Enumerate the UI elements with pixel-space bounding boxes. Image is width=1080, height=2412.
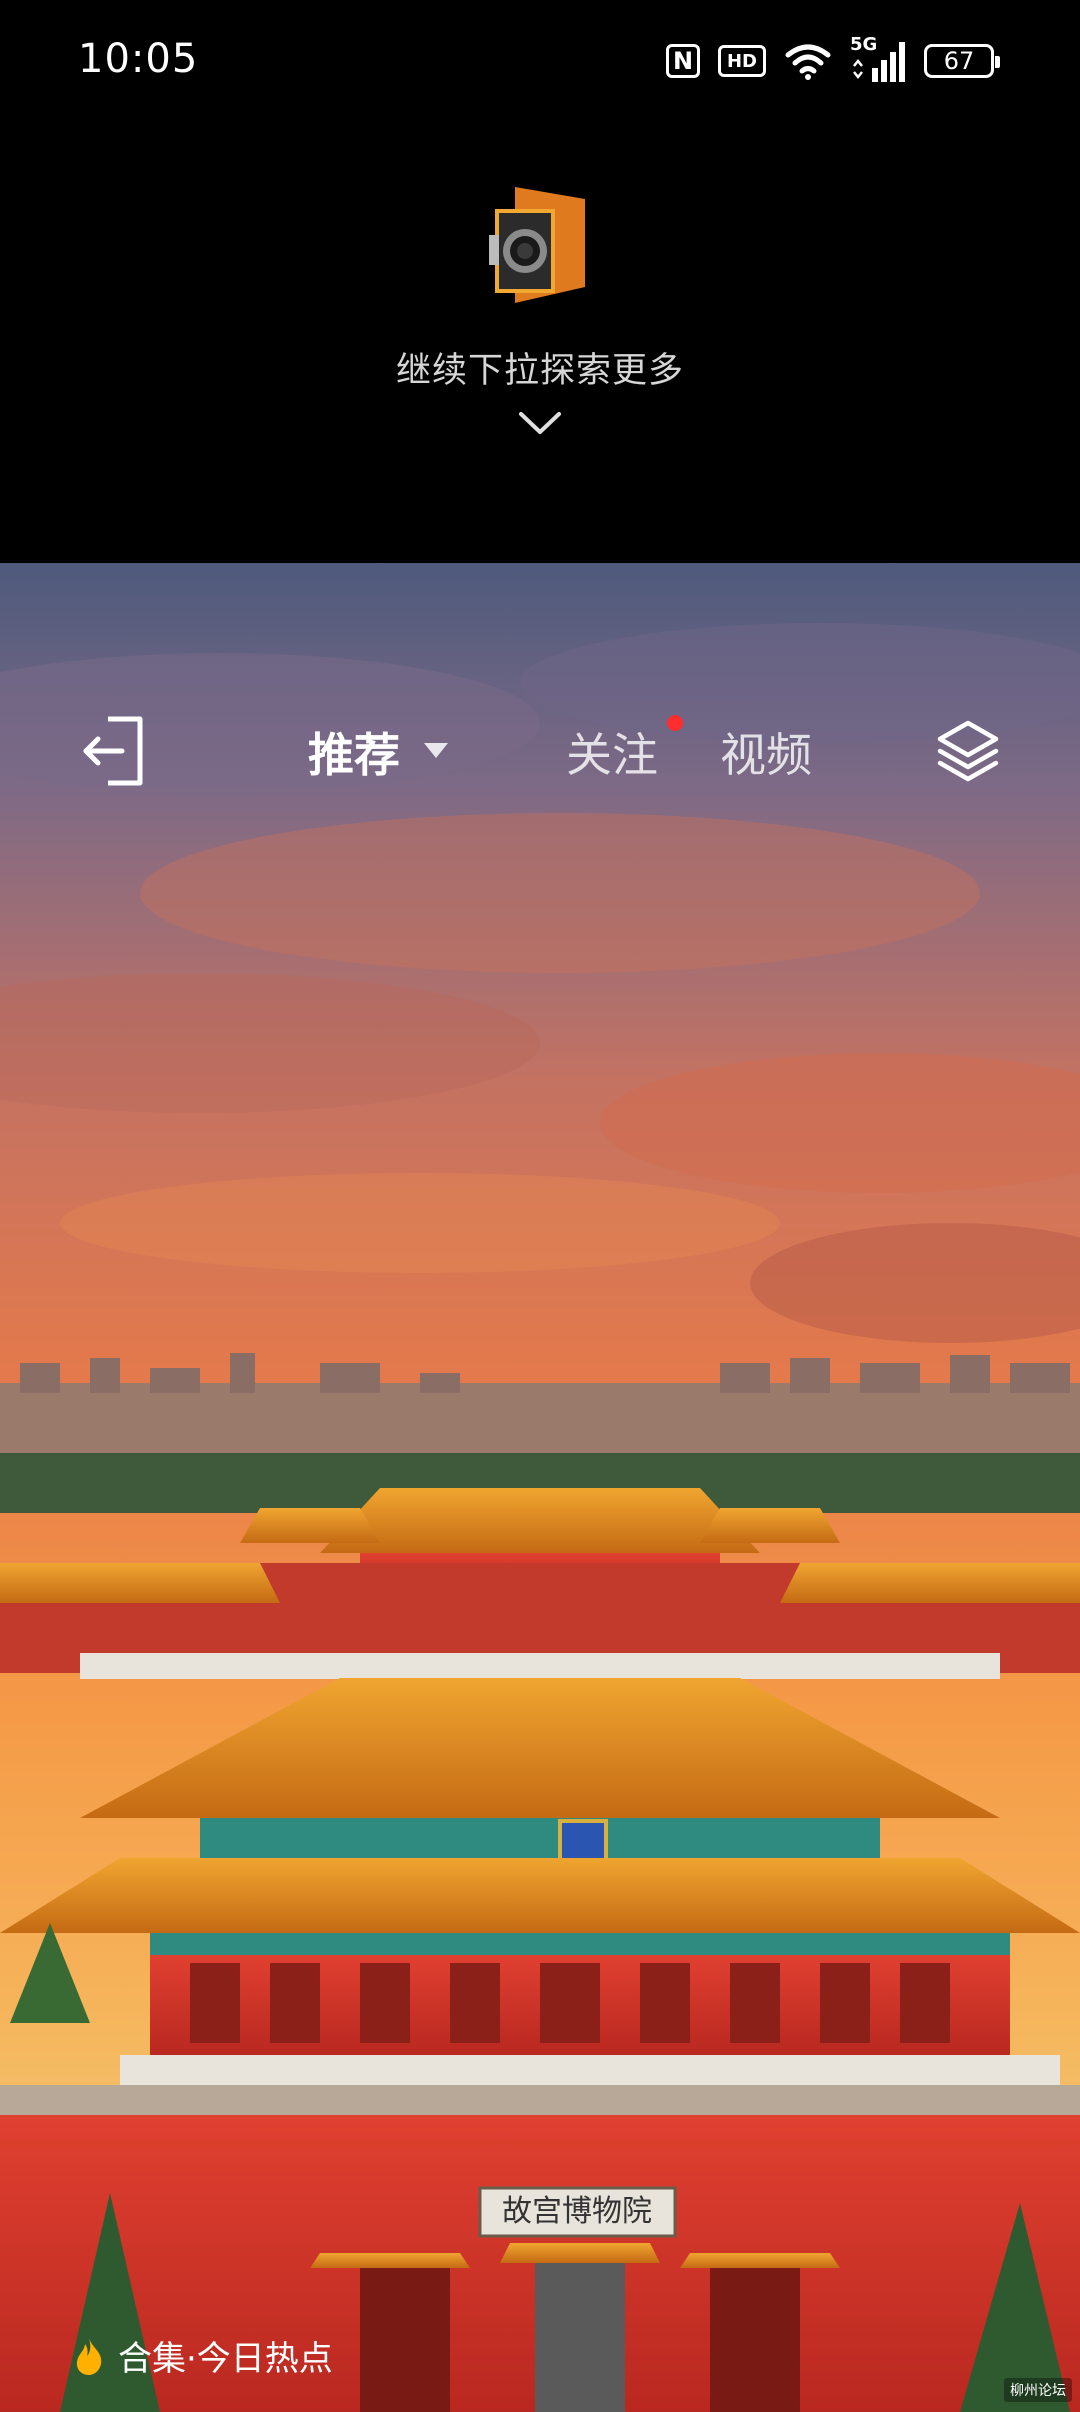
screen: 10:05 N HD 5G 67 继续下拉探索更多 故宫博物院 推荐 关注 视频…	[0, 0, 1080, 2412]
watermark: 柳州论坛	[1004, 2378, 1072, 2402]
pull-hint-text: 继续下拉探索更多	[395, 351, 684, 391]
signal-icon: 5G	[850, 34, 906, 84]
status-icons: N HD 5G 67	[665, 34, 1000, 84]
notification-dot	[667, 715, 683, 731]
forbidden-city-image: 故宫博物院	[0, 563, 1080, 2412]
layers-icon[interactable]	[934, 717, 1002, 785]
tab-follow[interactable]: 关注	[566, 719, 658, 785]
hd-icon: HD	[717, 45, 766, 77]
status-bar: 10:05 N HD 5G 67	[0, 0, 1080, 120]
tab-video[interactable]: 视频	[720, 719, 812, 785]
tab-recommend[interactable]: 推荐	[308, 719, 400, 785]
chevron-down-icon	[519, 412, 561, 434]
battery-icon: 67	[924, 44, 1000, 78]
top-nav: 推荐 关注 视频	[0, 703, 1080, 813]
dropdown-arrow-icon[interactable]	[424, 743, 448, 758]
plaque-text: 故宫博物院	[502, 2194, 652, 2229]
hero-image[interactable]: 故宫博物院 推荐 关注 视频 合集·今日热点 柳州论坛	[0, 563, 1080, 2412]
nfc-icon: N	[665, 44, 700, 78]
collection-label: 合集·今日热点	[118, 2339, 333, 2379]
collection-link[interactable]: 合集·今日热点	[72, 2331, 333, 2380]
camera-logo-icon	[489, 187, 585, 303]
pull-down-area[interactable]: 继续下拉探索更多	[0, 120, 1080, 563]
status-time: 10:05	[78, 36, 199, 82]
wifi-icon	[785, 44, 831, 80]
exit-icon[interactable]	[78, 713, 150, 789]
flame-icon	[76, 2337, 102, 2375]
